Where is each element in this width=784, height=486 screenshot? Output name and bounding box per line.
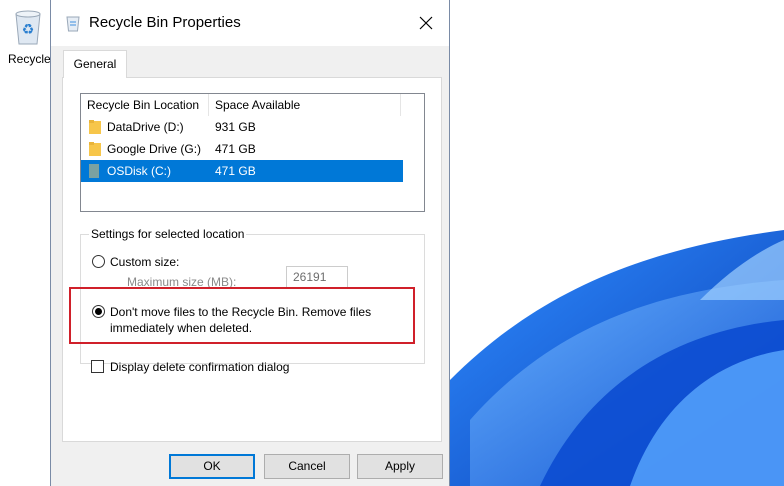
folder-icon (89, 120, 101, 134)
bloom-wallpaper-image (450, 0, 784, 486)
recycle-bin-label: Recycle (8, 52, 51, 66)
desktop-wallpaper (450, 0, 784, 486)
location-name: DataDrive (D:) (107, 120, 184, 134)
location-name: OSDisk (C:) (107, 164, 171, 178)
delete-confirmation-label[interactable]: Display delete confirmation dialog (110, 360, 289, 374)
custom-size-label[interactable]: Custom size: (110, 255, 179, 269)
cancel-button[interactable]: Cancel (264, 454, 350, 479)
title-bar: Recycle Bin Properties (51, 0, 449, 46)
drive-icon (89, 164, 101, 178)
custom-size-radio[interactable] (92, 255, 105, 268)
column-header-space[interactable]: Space Available (209, 94, 401, 116)
location-name: Google Drive (G:) (107, 142, 202, 156)
recycle-bin-small-icon (65, 14, 81, 32)
space-available: 471 GB (215, 142, 256, 156)
delete-confirmation-checkbox[interactable] (91, 360, 104, 373)
space-available: 471 GB (215, 164, 256, 178)
tab-general[interactable]: General (63, 50, 127, 78)
desktop-left: ♻ Recycle (0, 0, 52, 486)
recycle-bin-location-list[interactable]: Recycle Bin Location Space Available Dat… (80, 93, 425, 212)
column-header-location[interactable]: Recycle Bin Location (81, 94, 209, 116)
space-available: 931 GB (215, 120, 256, 134)
annotation-highlight-box (69, 287, 415, 344)
max-size-input[interactable]: 26191 (286, 266, 348, 289)
recycle-bin-icon: ♻ (10, 8, 46, 46)
ok-button[interactable]: OK (169, 454, 255, 479)
recycle-bin-properties-dialog: Recycle Bin Properties General Recycle B… (50, 0, 450, 486)
svg-text:♻: ♻ (22, 22, 35, 38)
close-icon (419, 16, 433, 30)
list-item-selected[interactable]: OSDisk (C:) 471 GB (81, 160, 403, 182)
settings-group-label: Settings for selected location (89, 227, 247, 241)
list-item[interactable]: Google Drive (G:) 471 GB (81, 138, 403, 160)
list-header: Recycle Bin Location Space Available (81, 94, 424, 116)
general-tab-panel: Recycle Bin Location Space Available Dat… (62, 77, 442, 442)
folder-icon (89, 142, 101, 156)
recycle-bin-desktop-shortcut[interactable]: ♻ Recycle (8, 8, 51, 66)
dialog-title: Recycle Bin Properties (89, 14, 241, 31)
close-button[interactable] (403, 0, 449, 46)
apply-button[interactable]: Apply (357, 454, 443, 479)
list-item[interactable]: DataDrive (D:) 931 GB (81, 116, 403, 138)
